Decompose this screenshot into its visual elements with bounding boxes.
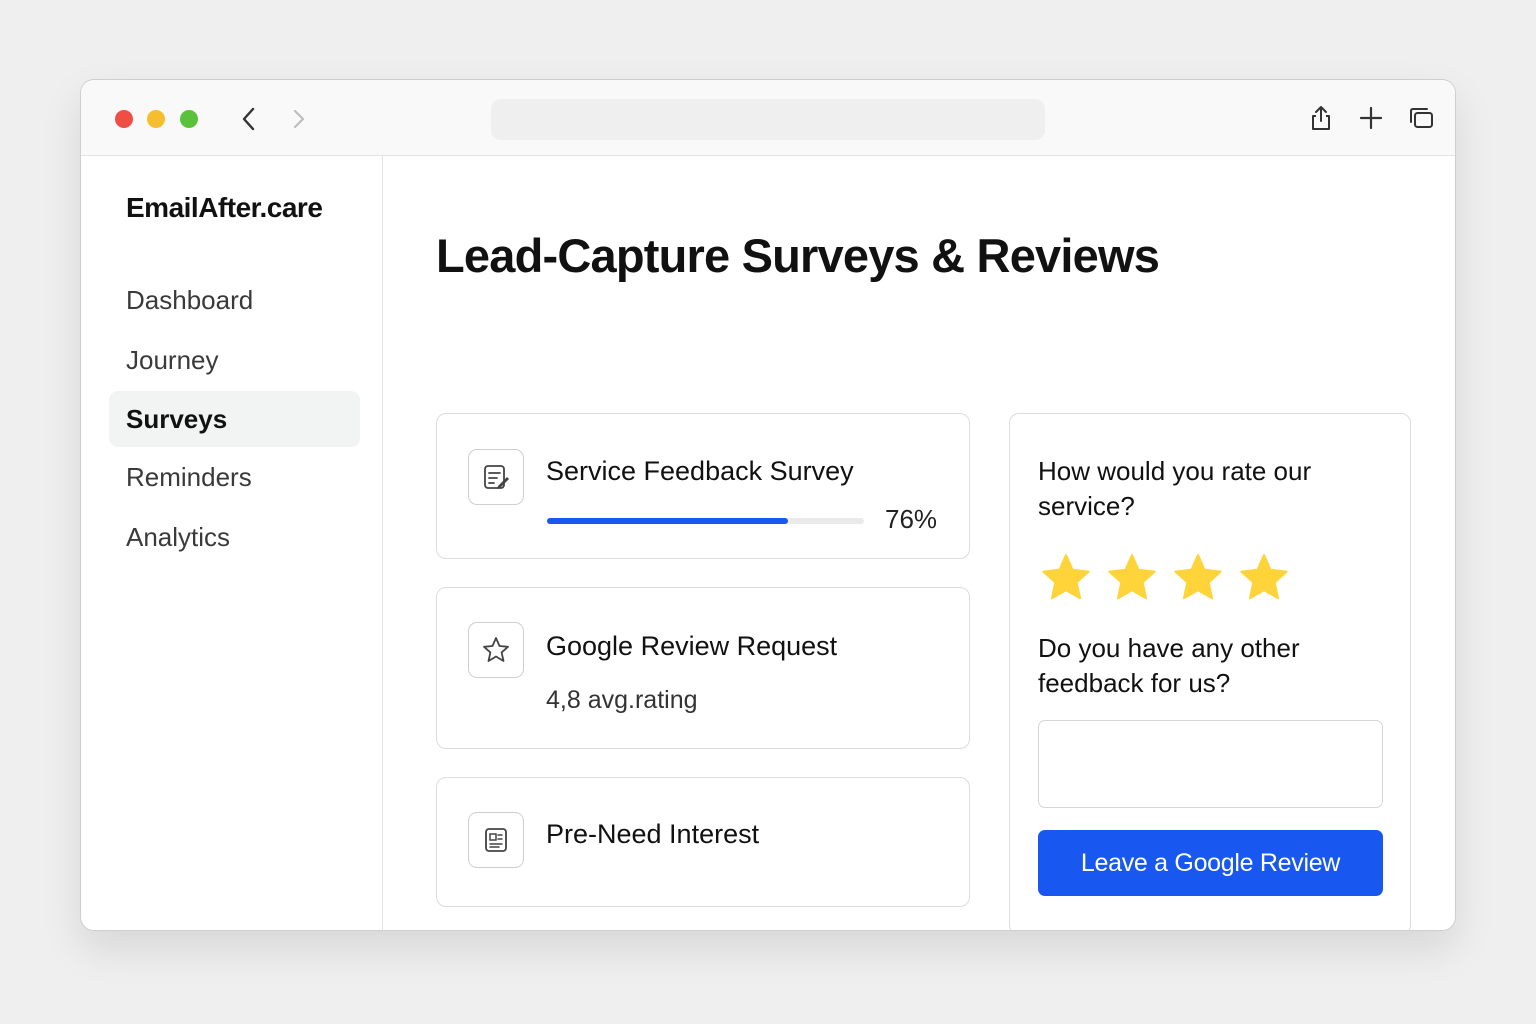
page-title: Lead-Capture Surveys & Reviews	[436, 229, 1160, 282]
star-rating[interactable]	[1040, 552, 1290, 604]
survey-progress-percent: 76%	[885, 504, 938, 534]
star-outline-icon	[468, 622, 524, 678]
sidebar-item-analytics[interactable]: Analytics	[109, 509, 360, 565]
card-pre-need-interest[interactable]: Pre-Need Interest	[436, 777, 970, 907]
maximize-window-button[interactable]	[180, 110, 198, 128]
rate-question: How would you rate our service?	[1038, 456, 1312, 521]
leave-google-review-button[interactable]: Leave a Google Review	[1038, 830, 1383, 896]
tabs-icon[interactable]	[1407, 104, 1435, 132]
chevron-left-icon[interactable]	[237, 106, 261, 132]
star-icon[interactable]	[1172, 552, 1224, 604]
sidebar-item-surveys[interactable]: Surveys	[109, 391, 360, 447]
star-icon[interactable]	[1106, 552, 1158, 604]
star-icon[interactable]	[1040, 552, 1092, 604]
feedback-input[interactable]	[1038, 720, 1383, 808]
chevron-right-icon[interactable]	[287, 106, 311, 132]
close-window-button[interactable]	[115, 110, 133, 128]
sidebar-item-dashboard[interactable]: Dashboard	[109, 272, 360, 328]
star-icon[interactable]	[1238, 552, 1290, 604]
sidebar-item-journey[interactable]: Journey	[109, 332, 360, 388]
form-icon	[468, 812, 524, 868]
feedback-question: Do you have any other feedback for us?	[1038, 633, 1300, 698]
sidebar: EmailAfter.care Dashboard Journey Survey…	[81, 156, 383, 930]
card-google-review-request[interactable]: Google Review Request 4,8 avg.rating	[436, 587, 970, 749]
minimize-window-button[interactable]	[147, 110, 165, 128]
main-content: Lead-Capture Surveys & Reviews Service F…	[384, 156, 1455, 930]
review-widget: How would you rate our service? Do you h…	[1009, 413, 1411, 930]
survey-progress-bar	[547, 518, 864, 524]
sidebar-item-reminders[interactable]: Reminders	[109, 449, 360, 505]
card-service-feedback-survey[interactable]: Service Feedback Survey 76%	[436, 413, 970, 559]
card-title: Google Review Request	[546, 631, 838, 661]
plus-icon[interactable]	[1357, 104, 1385, 132]
browser-window: EmailAfter.care Dashboard Journey Survey…	[80, 79, 1456, 931]
brand-logo[interactable]: EmailAfter.care	[126, 192, 323, 224]
avg-rating-value: 4,8	[546, 686, 581, 714]
browser-titlebar	[81, 80, 1455, 156]
address-bar[interactable]	[491, 99, 1045, 140]
avg-rating: 4,8 avg.rating	[546, 686, 698, 715]
card-title: Pre-Need Interest	[546, 819, 760, 849]
survey-progress-fill	[547, 518, 788, 524]
share-icon[interactable]	[1307, 104, 1335, 132]
card-title: Service Feedback Survey	[546, 456, 854, 486]
survey-edit-icon	[468, 449, 524, 505]
avg-rating-label: avg.rating	[587, 686, 698, 714]
